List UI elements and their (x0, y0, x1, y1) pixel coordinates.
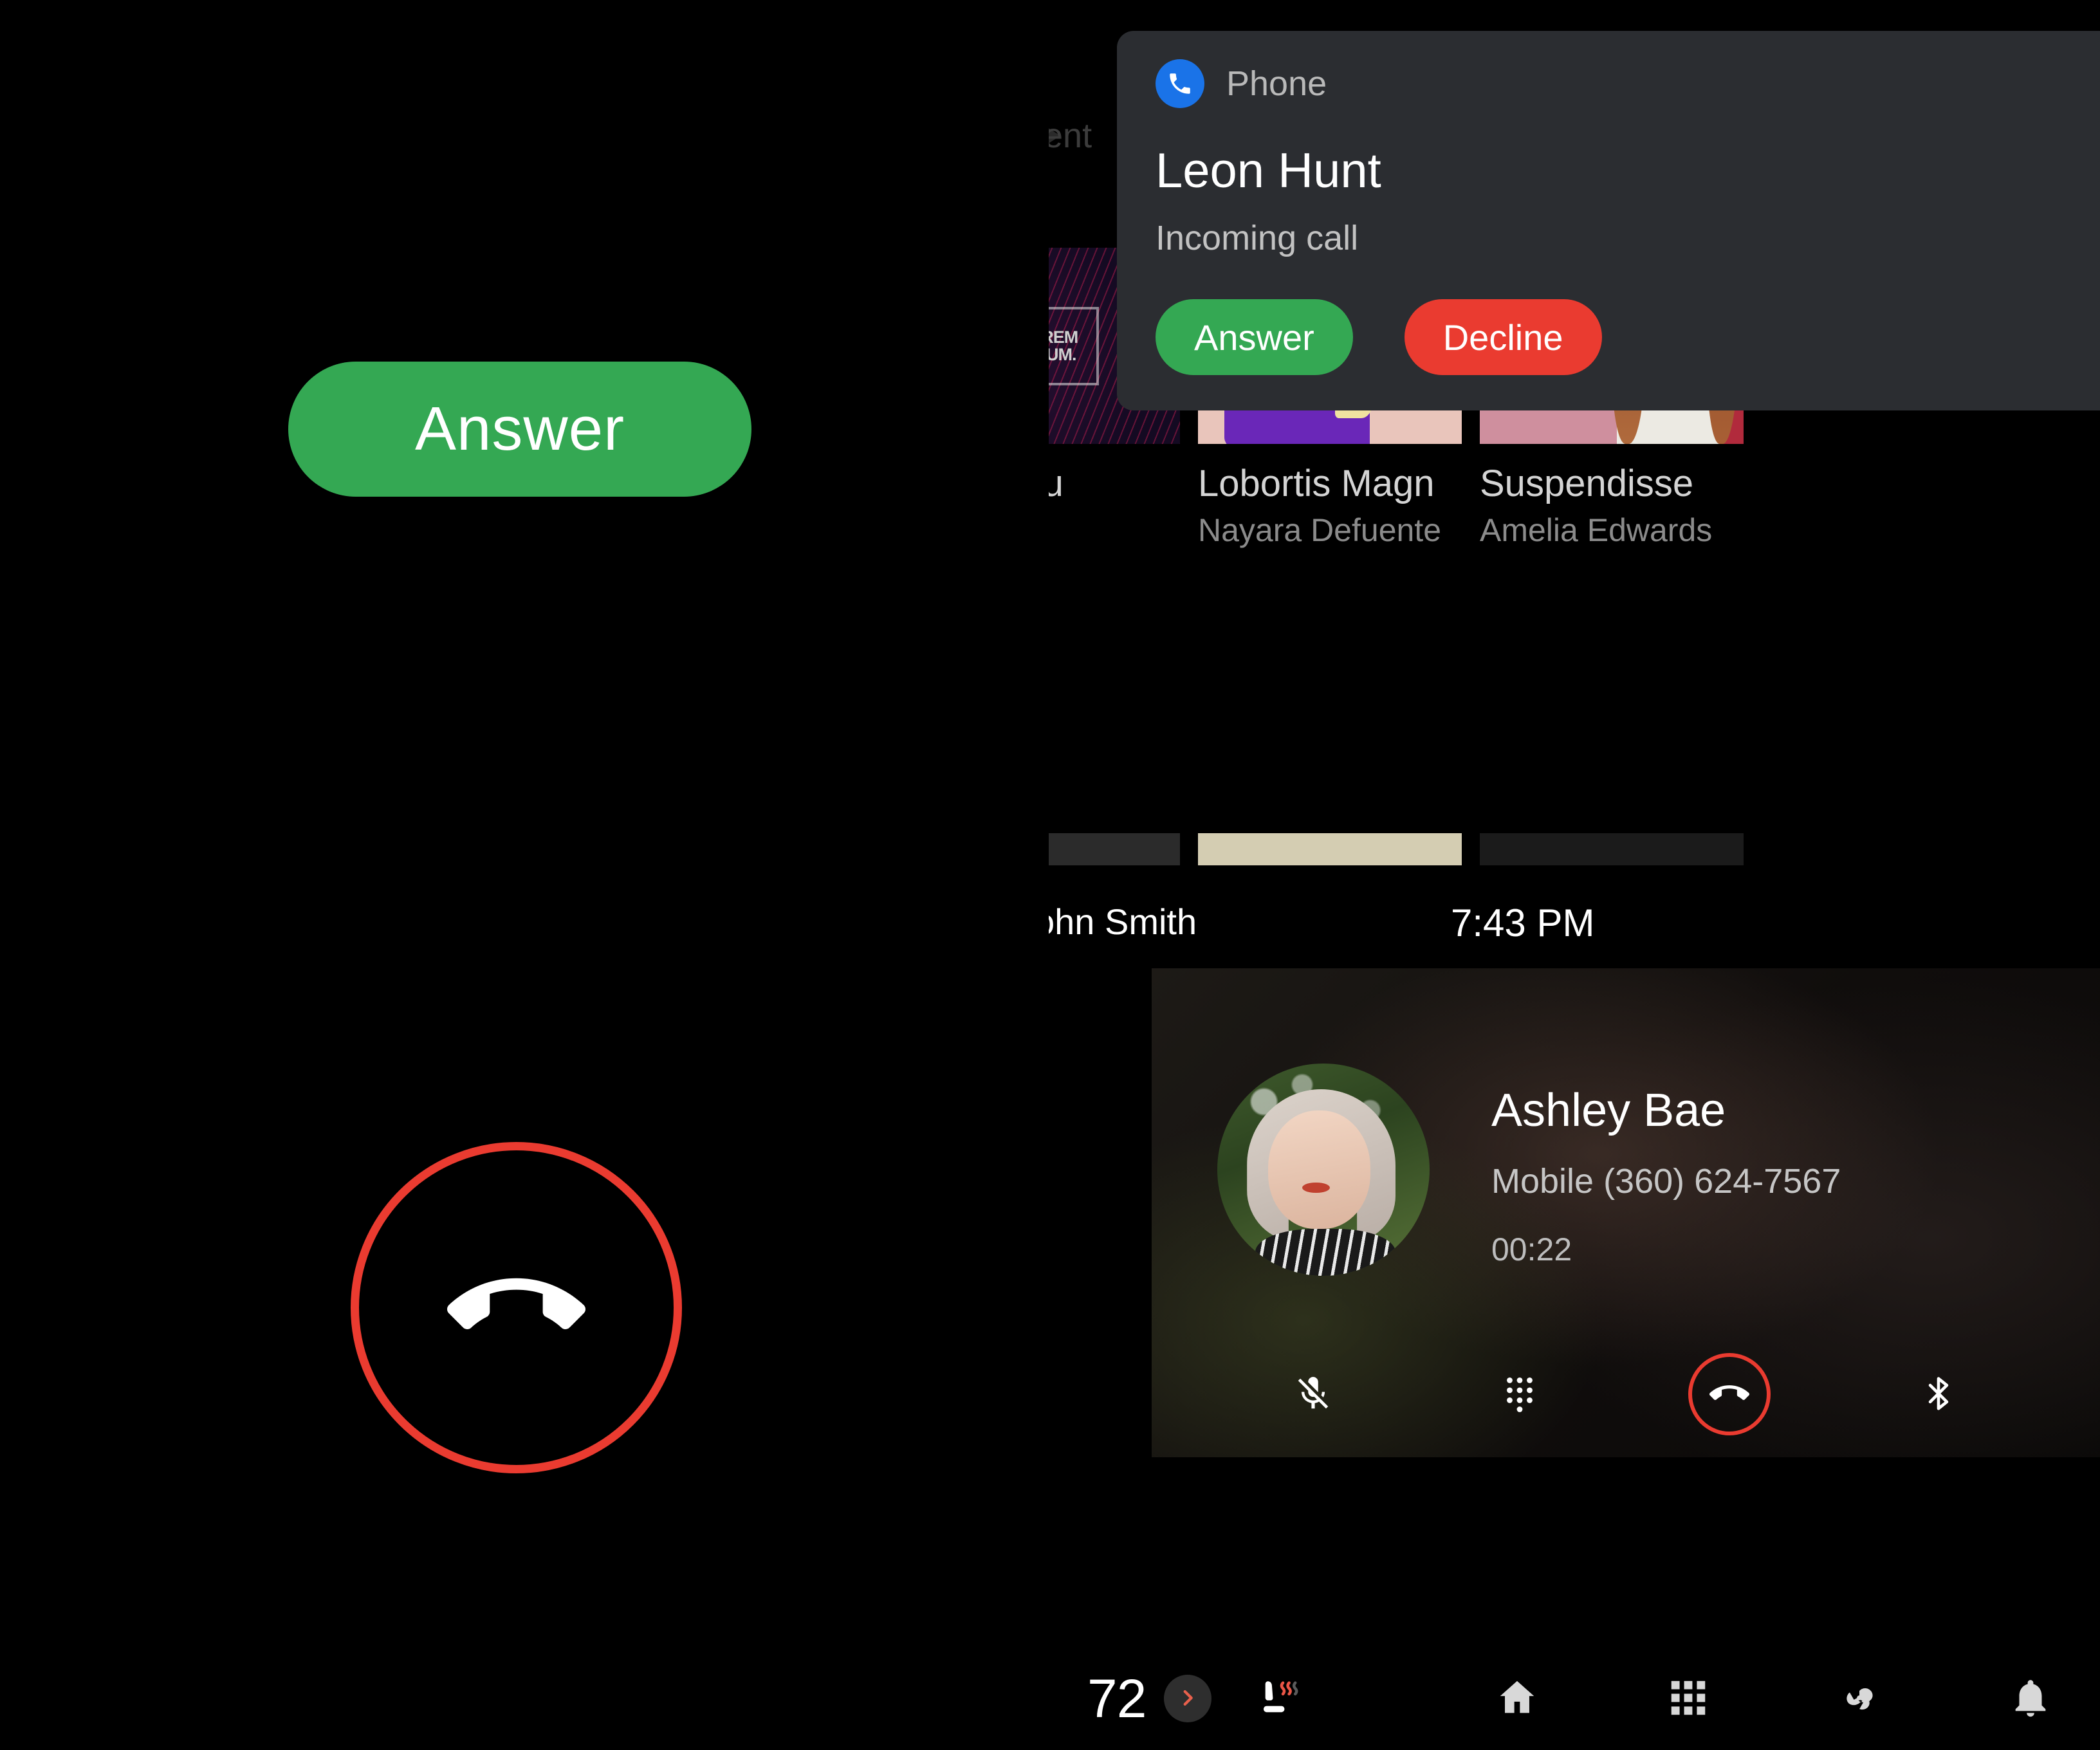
system-bottom-bar: 72 (1049, 1647, 2100, 1750)
bluetooth-icon (1919, 1374, 1958, 1415)
mic-off-icon (1293, 1374, 1333, 1415)
dialpad-icon (1500, 1374, 1540, 1415)
media-card-artist: Nayara Defuente (1198, 512, 1442, 548)
media-card-title: s Tincidu (1049, 463, 1064, 504)
home-button[interactable] (1486, 1668, 1548, 1729)
status-strip: John Smith 7:43 PM (1049, 901, 2100, 972)
notification-answer-button[interactable]: Answer (1156, 299, 1353, 375)
climate-button[interactable] (1828, 1668, 1890, 1729)
notification-actions: Answer Decline (1156, 299, 2061, 375)
caller-avatar (1217, 1064, 1430, 1276)
notification-title: Leon Hunt (1156, 143, 1381, 198)
media-card-title: Suspendisse (1480, 463, 1694, 504)
album-art[interactable] (1049, 833, 1180, 865)
notification-decline-button[interactable]: Decline (1404, 299, 1602, 375)
apps-button[interactable] (1657, 1668, 1719, 1729)
notifications-bell-icon (2008, 1675, 2053, 1722)
notifications-button[interactable] (2000, 1668, 2061, 1729)
climate-fan-icon (1837, 1675, 1882, 1722)
dialpad-button[interactable] (1481, 1356, 1558, 1433)
album-art-label: LOREM IPSUM. (1049, 327, 1078, 364)
album-art[interactable] (1480, 833, 1744, 865)
chevron-right-icon (1177, 1687, 1199, 1711)
seat-heater-button[interactable] (1250, 1668, 1312, 1729)
car-head-unit-screenshot: Answer ent LOREM IPSUM. s Ti (0, 0, 2100, 1750)
answer-call-button[interactable]: Answer (288, 362, 751, 497)
active-call-number: Mobile (360) 624-7567 (1491, 1162, 1841, 1201)
media-card-artist: i Ryushi (1049, 511, 1180, 549)
active-call-duration: 00:22 (1491, 1231, 1572, 1267)
album-art[interactable] (1198, 833, 1462, 865)
call-end-icon (447, 1238, 585, 1378)
instrument-cluster-panel: Answer (0, 0, 1049, 1750)
seat-heater-icon (1258, 1675, 1304, 1723)
climate-expand-button[interactable] (1164, 1675, 1212, 1722)
media-browse-header: ent (1049, 116, 1092, 156)
temperature-readout: 72 (1087, 1668, 1147, 1729)
apps-grid-icon (1666, 1675, 1711, 1722)
incoming-call-notification[interactable]: Phone Leon Hunt Incoming call Answer Dec… (1117, 31, 2100, 410)
call-controls-bar (1152, 1353, 2100, 1435)
media-card-artist: Amelia Edwards (1480, 512, 1713, 548)
active-call-card: Ashley Bae Mobile (360) 624-7567 00:22 (1152, 968, 2100, 1457)
nav-button-group (1486, 1668, 2061, 1729)
mute-button[interactable] (1275, 1356, 1352, 1433)
album-art-frame: LOREM IPSUM. (1049, 306, 1099, 385)
status-clock: 7:43 PM (1451, 901, 1595, 944)
media-header-label: ent (1049, 116, 1092, 155)
phone-icon (1156, 59, 1204, 108)
call-end-icon (1709, 1374, 1749, 1415)
end-call-button[interactable] (351, 1142, 682, 1473)
status-caller-name: John Smith (1049, 901, 1197, 942)
notification-app-name: Phone (1226, 64, 1327, 103)
active-call-name: Ashley Bae (1491, 1085, 1726, 1136)
home-icon (1495, 1675, 1540, 1722)
bluetooth-button[interactable] (1900, 1356, 1977, 1433)
media-card-title: Lobortis Magn (1198, 463, 1435, 504)
end-active-call-button[interactable] (1688, 1353, 1771, 1435)
notification-subtitle: Incoming call (1156, 219, 1359, 257)
media-cards-row-next (1049, 833, 1744, 865)
notification-app-row: Phone (1156, 59, 2061, 108)
